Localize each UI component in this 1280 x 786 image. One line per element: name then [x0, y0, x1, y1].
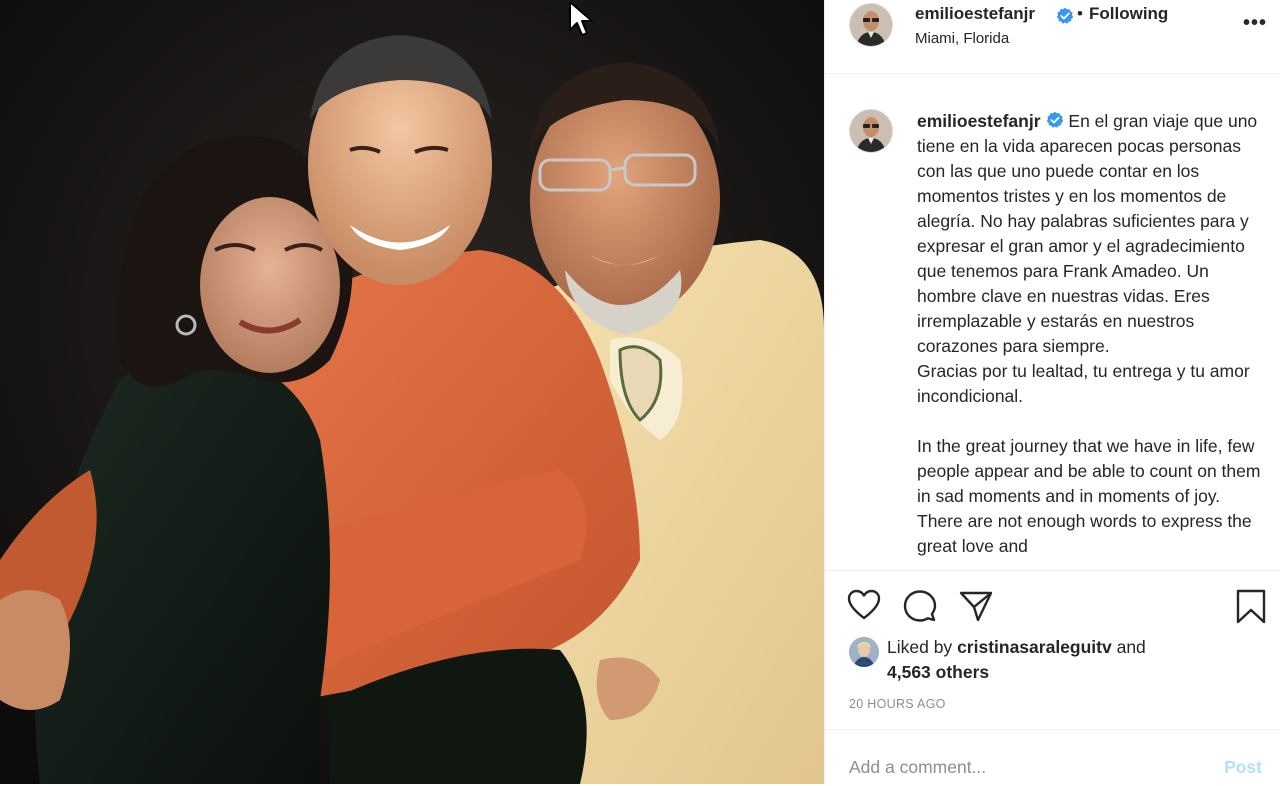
mouse-cursor-icon [569, 1, 593, 36]
post-photo[interactable] [0, 0, 824, 784]
comment-icon[interactable] [903, 589, 937, 623]
author-avatar[interactable] [849, 3, 893, 47]
caption-text-spanish-2: Gracias por tu lealtad, tu entrega y tu … [917, 361, 1250, 406]
post-actions: Liked by cristinasaraleguitv and 4,563 o… [825, 570, 1280, 785]
more-options-icon[interactable]: ••• [1243, 12, 1267, 35]
post-sidebar: emilioestefanjr • Following Miami, Flori… [824, 0, 1280, 784]
liked-by-label: Liked by [887, 637, 953, 657]
following-button[interactable]: Following [1089, 4, 1168, 24]
caption-text-english: In the great journey that we have in lif… [917, 436, 1261, 556]
bookmark-icon[interactable] [1235, 589, 1267, 625]
post-timestamp[interactable]: 20 HOURS AGO [849, 697, 946, 711]
post-location[interactable]: Miami, Florida [915, 30, 1009, 47]
author-username[interactable]: emilioestefanjr [915, 4, 1035, 24]
photo-image [0, 0, 824, 784]
separator-dot: • [1077, 4, 1083, 23]
likes-count[interactable]: 4,563 others [887, 662, 989, 682]
caption-text-spanish: En el gran viaje que uno tiene en la vid… [917, 111, 1258, 356]
heart-icon[interactable] [847, 589, 881, 621]
verified-badge-icon [1056, 7, 1074, 24]
post-caption: emilioestefanjr En el gran viaje que uno… [917, 109, 1261, 559]
share-icon[interactable] [959, 589, 993, 623]
caption-username[interactable]: emilioestefanjr [917, 111, 1041, 131]
liked-and-label: and [1116, 637, 1146, 657]
caption-area[interactable]: emilioestefanjr En el gran viaje que uno… [825, 75, 1280, 570]
verified-badge-icon [1046, 111, 1063, 128]
caption-author-avatar[interactable] [849, 109, 893, 153]
post-header: emilioestefanjr • Following Miami, Flori… [825, 0, 1280, 74]
liker-avatar[interactable] [849, 637, 879, 667]
comment-input[interactable] [847, 756, 1191, 779]
liker-username[interactable]: cristinasaraleguitv [957, 637, 1112, 657]
post-comment-button[interactable]: Post [1224, 757, 1262, 778]
